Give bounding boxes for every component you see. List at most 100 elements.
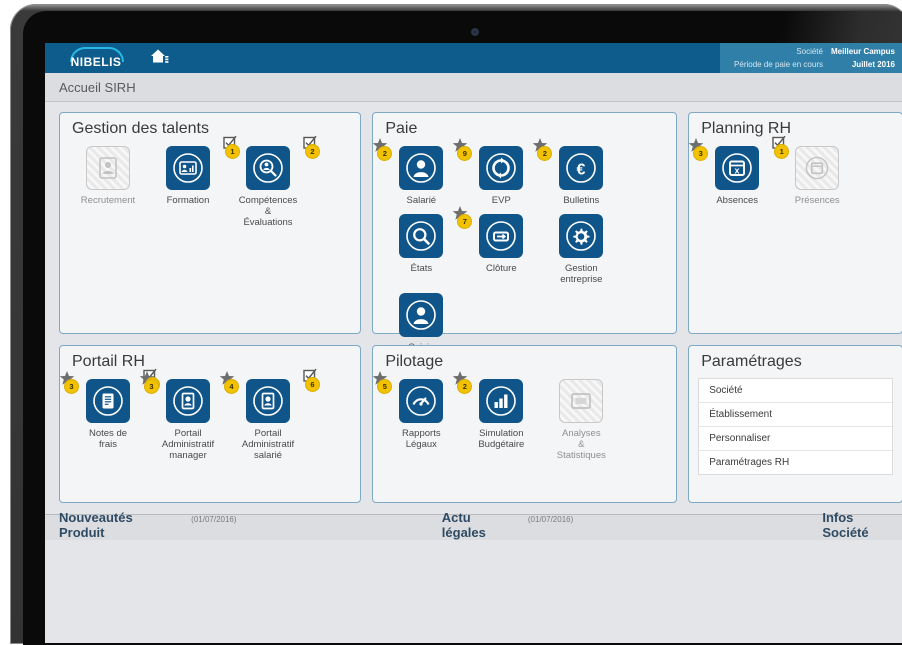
tile-competences-evaluations[interactable]: 2 Compétences & Évaluations [228, 135, 320, 228]
settings-link-etablissement[interactable]: Établissement [699, 403, 892, 427]
breadcrumb-label: Accueil SIRH [59, 79, 136, 95]
tile-grid: 2 Salarié 9 EVP € 2 Bulletins États 7 Cl… [373, 138, 676, 372]
svg-text:€: € [577, 162, 586, 179]
tile-label: Formation [166, 195, 210, 206]
lock-return-icon [479, 214, 524, 258]
dashboard-row-top: Gestion des talents Recrutement 1 Format… [59, 112, 902, 364]
tile-label: États [410, 263, 433, 274]
brand-name: NIBELIS [70, 55, 122, 69]
tile-presences[interactable]: Présences [777, 146, 857, 206]
favorite-count-badge: 2 [537, 146, 553, 161]
tile-label: Portail Administratif manager [161, 428, 215, 461]
news-strip: Nouveautés Produit (01/07/2016) Actu lég… [45, 510, 902, 540]
calendar-icon [795, 146, 840, 190]
tile-label: Clôture [486, 263, 517, 274]
tablet-screen: NIBELIS Société Période de paie en cours… [45, 43, 902, 643]
tile-label: Absences [716, 195, 759, 206]
tile-absences[interactable]: x 3 1 Absences [688, 135, 790, 206]
favorite-count-badge: 3 [64, 379, 79, 394]
tile-portail-administratif-manager[interactable]: 3 Portail Administratif manager [139, 371, 228, 461]
id-card-icon [166, 379, 210, 423]
tile-grid: 5 Rapports Légaux 2 Simulation Budgétair… [373, 371, 676, 469]
settings-link-list: Société Établissement Personnaliser Para… [698, 378, 893, 475]
dashboard-content: Gestion des talents Recrutement 1 Format… [45, 102, 902, 503]
magnifier-icon [399, 214, 444, 258]
tile-evp[interactable]: 9 EVP [453, 138, 541, 206]
tablet-bezel: NIBELIS Société Période de paie en cours… [23, 11, 902, 645]
tile-portail-administratif-salarie[interactable]: 4 6 Portail Administratif salarié [219, 368, 320, 461]
news-date: (01/07/2016) [191, 515, 237, 524]
gear-icon [559, 214, 604, 258]
svg-text:x: x [735, 165, 740, 175]
tile-rapports-legaux[interactable]: 5 Rapports Légaux [373, 371, 461, 461]
tile-analyses-statistiques[interactable]: Analyses & Statistiques [541, 379, 621, 461]
favorite-count-badge: 9 [457, 146, 473, 161]
tile-label: Notes de frais [88, 428, 128, 450]
favorite-count-badge: 5 [377, 379, 393, 394]
tile-simulation-budgetaire[interactable]: 2 Simulation Budgétaire [453, 371, 541, 461]
tile-grid: Recrutement 1 Formation 2 Compétences & … [60, 135, 360, 236]
tile-gestion-entreprise[interactable]: Gestion entreprise [541, 214, 621, 285]
tile-label: Compétences & Évaluations [238, 195, 298, 228]
calendar-x-icon: x [715, 146, 760, 190]
panel-title: Planning RH [701, 120, 792, 137]
tile-salarie[interactable]: 2 Salarié [373, 138, 461, 206]
favorite-count-badge: 7 [457, 214, 473, 229]
person-icon [399, 293, 444, 337]
user-search-icon [246, 146, 290, 190]
bar-chart-icon [479, 379, 524, 423]
favorite-count-badge: 3 [144, 379, 159, 394]
tile-label: Rapports Légaux [402, 428, 441, 450]
tile-label: EVP [491, 195, 511, 206]
panel-title: Pilotage [385, 353, 444, 370]
settings-link-personnaliser[interactable]: Personnaliser [699, 427, 892, 451]
tile-label: Salarié [406, 195, 437, 206]
tile-label: Portail Administratif salarié [241, 428, 295, 461]
tile-formation[interactable]: 1 Formation [148, 135, 240, 228]
dashboard-row-bottom: Portail RH 3 Notes de frais 3 Portail Ad… [59, 345, 902, 503]
news-title: Actu légales [441, 510, 486, 540]
settings-link-societe[interactable]: Société [699, 379, 892, 403]
tile-label: Bulletins [563, 195, 600, 206]
home-icon[interactable] [149, 47, 169, 70]
tile-etats[interactable]: États [381, 214, 461, 285]
tablet-device-frame: NIBELIS Société Période de paie en cours… [10, 4, 902, 645]
settings-link-parametrages-rh[interactable]: Paramétrages RH [699, 451, 892, 474]
favorite-count-badge: 4 [224, 379, 239, 394]
tile-bulletins[interactable]: € 2 Bulletins [533, 138, 621, 206]
brand-logo[interactable]: NIBELIS [59, 47, 169, 70]
panel-title: Paie [385, 120, 418, 137]
notification-count-badge: 6 [305, 377, 320, 392]
favorite-count-badge: 2 [457, 379, 473, 394]
news-title: Nouveautés Produit [59, 510, 133, 540]
tile-grid: 3 1 Notes de frais [59, 368, 360, 469]
news-nouveautes-produit[interactable]: Nouveautés Produit (01/07/2016) [59, 510, 237, 540]
news-title: Infos Société [822, 510, 869, 540]
tile-notes-de-frais[interactable]: 3 1 Notes de frais [59, 368, 160, 461]
company-label: Société [796, 47, 823, 56]
panel-paie: Paie 2 Salarié 9 EVP € 2 Bulletins États… [372, 112, 678, 364]
company-value: Meilleur Campus [830, 47, 895, 56]
id-card-icon [246, 379, 290, 423]
panel-planning-rh: Planning RH x 3 1 Absences Présences [688, 112, 902, 334]
gauge-icon [399, 379, 444, 423]
panel-parametrages: Paramétrages Société Établissement Perso… [688, 345, 902, 503]
camera-dot [472, 29, 478, 35]
favorite-count-badge: 2 [377, 146, 393, 161]
tile-label: Présences [794, 195, 840, 206]
breadcrumb: Accueil SIRH [45, 73, 902, 102]
notification-count-badge: 1 [225, 144, 240, 159]
tile-label: Analyses & Statistiques [556, 428, 606, 461]
tile-cloture[interactable]: 7 Clôture [453, 206, 541, 285]
presentation-chart-icon [166, 146, 210, 190]
news-actu-legales[interactable]: Actu légales (01/07/2016) [442, 510, 573, 540]
news-infos-societe[interactable]: Infos Société [822, 510, 902, 540]
tile-label: Simulation Budgétaire [478, 428, 525, 450]
session-info: Société Période de paie en cours Meilleu… [720, 43, 902, 73]
euro-icon: € [559, 146, 604, 190]
tile-label: Recrutement [80, 195, 136, 206]
tile-recrutement[interactable]: Recrutement [68, 146, 148, 228]
period-value: Juillet 2016 [851, 60, 895, 69]
tile-grid: x 3 1 Absences Présences [688, 135, 902, 214]
panel-pilotage: Pilotage 5 Rapports Légaux 2 Simulation … [372, 345, 678, 503]
